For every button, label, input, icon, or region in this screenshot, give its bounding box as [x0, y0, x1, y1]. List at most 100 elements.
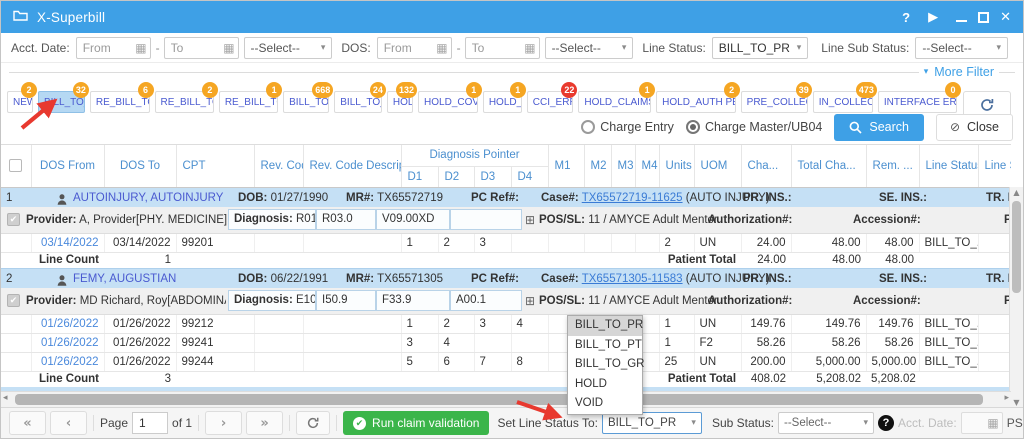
more-filter-link[interactable]: ▾ More Filter: [924, 65, 994, 79]
page-number-input[interactable]: [132, 412, 168, 434]
maximize-icon[interactable]: [978, 12, 989, 23]
close-icon[interactable]: ✕: [1000, 10, 1011, 25]
run-claim-validation-button[interactable]: ✔ Run claim validation: [343, 411, 489, 435]
refresh-grid-button[interactable]: [296, 411, 330, 435]
dropdown-option-void[interactable]: VOID: [568, 394, 642, 414]
dos-to-field[interactable]: ▦: [465, 37, 540, 59]
diagnosis-box[interactable]: A00.1: [450, 290, 522, 311]
col-uom[interactable]: UOM: [694, 145, 741, 187]
dropdown-option-bill-to-gr[interactable]: BILL_TO_GR: [568, 355, 642, 375]
scroll-up-icon[interactable]: ▲: [1010, 188, 1023, 197]
col-rev-code[interactable]: Rev. Code: [254, 145, 303, 187]
sub-status-select[interactable]: --Select-- ▾: [778, 412, 874, 434]
charge-line-row[interactable]: 01/26/2022 01/26/2022 99212 1 2 3 4 1 UN…: [1, 314, 1011, 333]
expand-diagnosis-icon[interactable]: ⊞: [525, 294, 535, 308]
diagnosis-box[interactable]: Diagnosis: E10.11: [228, 290, 316, 311]
col-d3[interactable]: D3: [474, 166, 511, 187]
line-sub-status-select[interactable]: --Select-- ▾: [915, 37, 1008, 59]
acct-date-from-field[interactable]: ▦: [76, 37, 151, 59]
help-icon[interactable]: ?: [902, 10, 910, 25]
diagnosis-box[interactable]: F33.9: [376, 290, 450, 311]
dos-from-link[interactable]: 03/14/2022: [31, 233, 104, 252]
col-m4[interactable]: M4: [635, 145, 659, 187]
charge-line-row[interactable]: 01/26/2022 01/26/2022 99241 3 4 1 F2 58.…: [1, 333, 1011, 352]
col-line-status[interactable]: Line Status: [919, 145, 978, 187]
tab-bill-to-pt[interactable]: BILL_TO_PT668: [283, 91, 329, 113]
col-d2[interactable]: D2: [438, 166, 474, 187]
footer-acct-date-field[interactable]: ▦: [961, 412, 1003, 434]
calendar-icon[interactable]: ▦: [436, 41, 447, 55]
charge-master-radio[interactable]: Charge Master/UB04: [686, 120, 822, 134]
patient-name-link[interactable]: FEMY, AUGUSTIAN: [73, 269, 176, 289]
vertical-scrollbar[interactable]: ▲ ▼: [1009, 187, 1023, 408]
col-units[interactable]: Units: [659, 145, 694, 187]
col-m2[interactable]: M2: [584, 145, 611, 187]
scroll-left-icon[interactable]: ◂: [3, 393, 8, 403]
tab-interface-errors[interactable]: INTERFACE ERROR(S)0: [878, 91, 957, 113]
dropdown-option-hold[interactable]: HOLD: [568, 375, 642, 395]
diagnosis-box[interactable]: [450, 209, 522, 230]
tab-in-collection[interactable]: IN_COLLECTION473: [813, 91, 873, 113]
diagnosis-box[interactable]: Diagnosis: R01.1: [228, 209, 316, 230]
diagnosis-box[interactable]: V09.00XD: [376, 209, 450, 230]
tab-new[interactable]: NEW2: [7, 91, 33, 113]
tab-hold-su[interactable]: HOLD_SU1: [483, 91, 522, 113]
tab-bill-to-pr[interactable]: BILL_TO_PR32: [38, 91, 85, 113]
next-page-button[interactable]: ›: [205, 411, 242, 435]
tab-pre-collection[interactable]: PRE_COLLECTION39: [741, 91, 808, 113]
line-status-cell[interactable]: BILL_TO_...: [919, 352, 978, 371]
scroll-down-icon[interactable]: ▼: [1010, 398, 1023, 407]
dos-from-link[interactable]: 01/26/2022: [31, 333, 104, 352]
charge-entry-radio[interactable]: Charge Entry: [581, 120, 674, 134]
tab-hold-claims-test[interactable]: HOLD_CLAIMS TEST1: [578, 91, 651, 113]
calendar-icon[interactable]: ▦: [524, 41, 535, 55]
tab-hold[interactable]: HOLD132: [387, 91, 413, 113]
tab-re-bill-to-se[interactable]: RE_BILL_TO_SE2: [155, 91, 214, 113]
line-status-cell[interactable]: BILL_TO_...: [919, 333, 978, 352]
tab-re-bill-to-tr[interactable]: RE_BILL_TO_TR1: [219, 91, 278, 113]
charge-line-row[interactable]: 03/14/2022 03/14/2022 99201 1 2 3 2 UN 2…: [1, 233, 1011, 252]
calendar-icon[interactable]: ▦: [135, 41, 146, 55]
col-d1[interactable]: D1: [401, 166, 438, 187]
case-link[interactable]: TX65571305-11583: [582, 273, 683, 285]
tab-hold-covid-19[interactable]: HOLD_COVID 191: [418, 91, 478, 113]
row-checkbox[interactable]: ✔: [7, 213, 20, 226]
acct-date-preset-select[interactable]: --Select-- ▾: [244, 37, 333, 59]
tab-bill-to-gr[interactable]: BILL_TO_GR24: [334, 91, 382, 113]
col-d4[interactable]: D4: [511, 166, 548, 187]
scroll-right-icon[interactable]: ▸: [1004, 393, 1009, 403]
col-m1[interactable]: M1: [548, 145, 584, 187]
expand-diagnosis-icon[interactable]: ⊞: [525, 213, 535, 227]
dropdown-option-bill-to-pt[interactable]: BILL_TO_PT: [568, 336, 642, 356]
close-button[interactable]: ⊘ Close: [936, 114, 1013, 141]
diagnosis-box[interactable]: R03.0: [316, 209, 376, 230]
col-rev-code-description[interactable]: Rev. Code Description: [303, 145, 401, 187]
row-checkbox[interactable]: ✔: [7, 294, 20, 307]
dropdown-option-bill-to-pr[interactable]: BILL_TO_PR: [568, 316, 642, 336]
acct-date-to-field[interactable]: ▦: [164, 37, 239, 59]
col-line-sub[interactable]: Line Sub: [978, 145, 1011, 187]
col-rem[interactable]: Rem. ...: [866, 145, 919, 187]
tab-cci-error[interactable]: CCI_ERROR22: [527, 91, 574, 113]
col-dos-from[interactable]: DOS From: [31, 145, 104, 187]
case-link[interactable]: TX65572719-11625: [582, 192, 683, 204]
search-button[interactable]: Search: [834, 114, 924, 141]
set-line-status-select[interactable]: BILL_TO_PR ▾: [602, 412, 702, 434]
play-icon[interactable]: ▶: [928, 10, 938, 25]
tab-re-bill-to-pr[interactable]: RE_BILL_TO_PR6: [90, 91, 150, 113]
minimize-icon[interactable]: [956, 20, 967, 22]
prev-page-button[interactable]: ‹: [50, 411, 87, 435]
col-cha[interactable]: Cha...: [741, 145, 791, 187]
col-m3[interactable]: M3: [611, 145, 635, 187]
horizontal-scroll-thumb[interactable]: [15, 394, 983, 405]
charge-line-row[interactable]: 01/26/2022 01/26/2022 99244 5 6 7 8 25 U…: [1, 352, 1011, 371]
vertical-scroll-thumb[interactable]: [1012, 201, 1021, 293]
help-icon[interactable]: ?: [878, 415, 894, 431]
patient-name-link[interactable]: AUTOINJURY, AUTOINJURY: [73, 188, 223, 208]
horizontal-scrollbar[interactable]: ◂ ▸: [1, 391, 1011, 407]
line-status-select[interactable]: BILL_TO_PR ▾: [712, 37, 809, 59]
last-page-button[interactable]: »: [246, 411, 283, 435]
dos-from-link[interactable]: 01/26/2022: [31, 314, 104, 333]
dos-from-field[interactable]: ▦: [377, 37, 452, 59]
col-cpt[interactable]: CPT: [176, 145, 254, 187]
